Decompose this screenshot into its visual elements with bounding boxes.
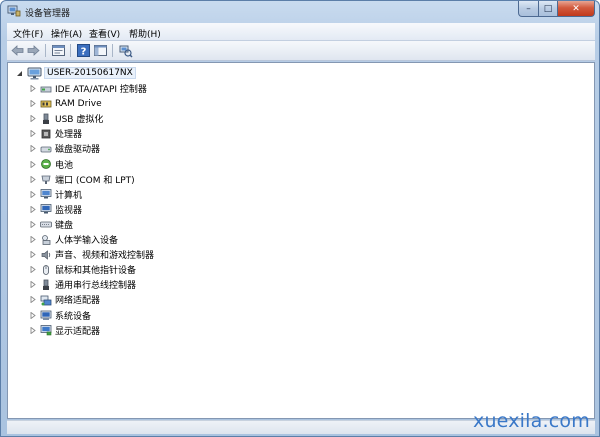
tree-item[interactable]: USB 虚拟化 — [8, 111, 408, 126]
tree-item-label: 系统设备 — [55, 311, 92, 322]
menu-file[interactable]: 文件(F) — [13, 27, 43, 40]
tree-item[interactable]: 显示适配器 — [8, 323, 408, 338]
tree-item-label: 电池 — [55, 160, 74, 171]
monitor-icon — [40, 204, 52, 214]
window-title: 设备管理器 — [25, 9, 71, 19]
help-icon[interactable]: ? — [76, 43, 91, 58]
tree-item[interactable]: 监视器 — [8, 202, 408, 217]
forward-arrow-icon[interactable] — [26, 43, 41, 58]
minimize-button[interactable]: – — [518, 1, 539, 17]
close-button[interactable]: ✕ — [557, 1, 595, 17]
expand-triangle-icon[interactable] — [30, 311, 36, 319]
properties-icon[interactable] — [51, 43, 66, 58]
toolbar-separator — [112, 44, 113, 57]
close-icon: ✕ — [572, 3, 580, 14]
tree-item-label: 鼠标和其他指针设备 — [55, 266, 137, 277]
tree-item[interactable]: 电池 — [8, 157, 408, 172]
scan-hardware-icon[interactable] — [118, 43, 133, 58]
menu-action[interactable]: 操作(A) — [51, 27, 82, 40]
hid-icon — [42, 234, 51, 245]
menu-bar: 文件(F) 操作(A) 查看(V) 帮助(H) — [7, 23, 595, 41]
ide-controller-icon — [40, 86, 52, 92]
tree-item[interactable]: 人体学输入设备 — [8, 232, 408, 247]
ram-drive-icon — [40, 100, 52, 107]
expand-triangle-icon[interactable] — [30, 85, 36, 92]
tree-root-computer-name[interactable]: USER-20150617NX — [44, 67, 136, 79]
menu-view[interactable]: 查看(V) — [89, 27, 120, 40]
menu-help[interactable]: 帮助(H) — [129, 27, 161, 40]
expand-triangle-icon[interactable] — [30, 236, 36, 243]
tree-item-label: 显示适配器 — [55, 326, 101, 337]
tree-item-label: 网络适配器 — [55, 296, 101, 307]
tree-item-label: IDE ATA/ATAPI 控制器 — [55, 85, 147, 95]
tree-item[interactable]: 通用串行总线控制器 — [8, 277, 408, 292]
display-adapter-icon — [40, 325, 52, 336]
back-arrow-icon[interactable] — [10, 43, 25, 58]
device-manager-app-icon — [7, 5, 21, 17]
tree-item[interactable]: 声音、视频和游戏控制器 — [8, 247, 408, 262]
tree-item-label: 通用串行总线控制器 — [55, 281, 137, 292]
tree-item-label: 键盘 — [55, 220, 74, 231]
computer-root-icon — [27, 67, 42, 80]
expand-triangle-icon[interactable] — [30, 130, 36, 138]
expand-triangle-icon[interactable] — [30, 205, 36, 213]
tree-item-label: 端口 (COM 和 LPT) — [55, 175, 135, 186]
console-tree-icon[interactable] — [93, 43, 108, 58]
tree-item[interactable]: 端口 (COM 和 LPT) — [8, 172, 408, 187]
tree-item-label: 监视器 — [55, 205, 83, 216]
expand-triangle-icon[interactable] — [30, 145, 36, 153]
tree-item-label: 处理器 — [55, 130, 83, 141]
expand-triangle-icon[interactable] — [30, 160, 36, 168]
tree-item[interactable]: 鼠标和其他指针设备 — [8, 262, 408, 277]
expand-triangle-icon[interactable] — [30, 296, 36, 304]
tree-item-label: 人体学输入设备 — [55, 236, 119, 246]
device-manager-window: 设备管理器 – □ ✕ 文件(F) 操作(A) 查看(V) 帮助(H) ? US… — [0, 0, 600, 437]
tree-item[interactable]: 计算机 — [8, 187, 408, 202]
mouse-icon — [43, 264, 49, 275]
tree-item[interactable]: RAM Drive — [8, 96, 408, 111]
expand-triangle-icon[interactable] — [30, 251, 36, 259]
expand-triangle-icon[interactable] — [30, 326, 36, 334]
maximize-button[interactable]: □ — [538, 1, 558, 17]
system-device-icon — [40, 310, 52, 320]
toolbar: ? — [7, 41, 595, 61]
watermark: xuexila.com — [473, 410, 590, 432]
collapse-triangle-icon[interactable] — [16, 70, 23, 77]
disk-drive-icon — [40, 146, 52, 153]
tree-item[interactable]: 系统设备 — [8, 308, 408, 323]
toolbar-separator — [45, 44, 46, 57]
port-icon — [41, 175, 51, 185]
tree-item-label: RAM Drive — [55, 98, 102, 109]
expand-triangle-icon[interactable] — [30, 100, 36, 108]
usb-controller-icon — [43, 279, 49, 290]
minimize-icon: – — [526, 3, 531, 14]
expand-triangle-icon[interactable] — [30, 220, 36, 228]
expand-triangle-icon[interactable] — [30, 266, 36, 274]
tree-item[interactable]: IDE ATA/ATAPI 控制器 — [8, 81, 408, 96]
tree-item-label: 声音、视频和游戏控制器 — [55, 251, 155, 262]
title-bar[interactable]: 设备管理器 – □ ✕ — [1, 1, 599, 22]
svg-text:?: ? — [81, 47, 87, 58]
tree-item-label: 磁盘驱动器 — [55, 145, 101, 156]
keyboard-icon — [40, 221, 52, 228]
tree-item-label: USB 虚拟化 — [55, 115, 104, 126]
network-adapter-icon — [40, 295, 52, 306]
tree-item[interactable]: 磁盘驱动器 — [8, 141, 408, 156]
expand-triangle-icon[interactable] — [30, 115, 36, 123]
usb-icon — [43, 113, 49, 124]
tree-item[interactable]: 网络适配器 — [8, 292, 408, 307]
computer-icon — [40, 189, 52, 199]
expand-triangle-icon[interactable] — [30, 175, 36, 183]
maximize-icon: □ — [543, 3, 553, 14]
device-tree-panel[interactable]: USER-20150617NX IDE ATA/ATAPI 控制器 RAM Dri… — [7, 62, 595, 419]
tree-item-label: 计算机 — [55, 190, 83, 201]
toolbar-separator — [70, 44, 71, 57]
expand-triangle-icon[interactable] — [30, 190, 36, 198]
tree-item[interactable]: 处理器 — [8, 126, 408, 141]
expand-triangle-icon[interactable] — [30, 281, 36, 289]
tree-item[interactable]: 键盘 — [8, 217, 408, 232]
battery-icon — [41, 159, 51, 169]
sound-icon — [41, 249, 51, 260]
processor-icon — [41, 129, 51, 139]
